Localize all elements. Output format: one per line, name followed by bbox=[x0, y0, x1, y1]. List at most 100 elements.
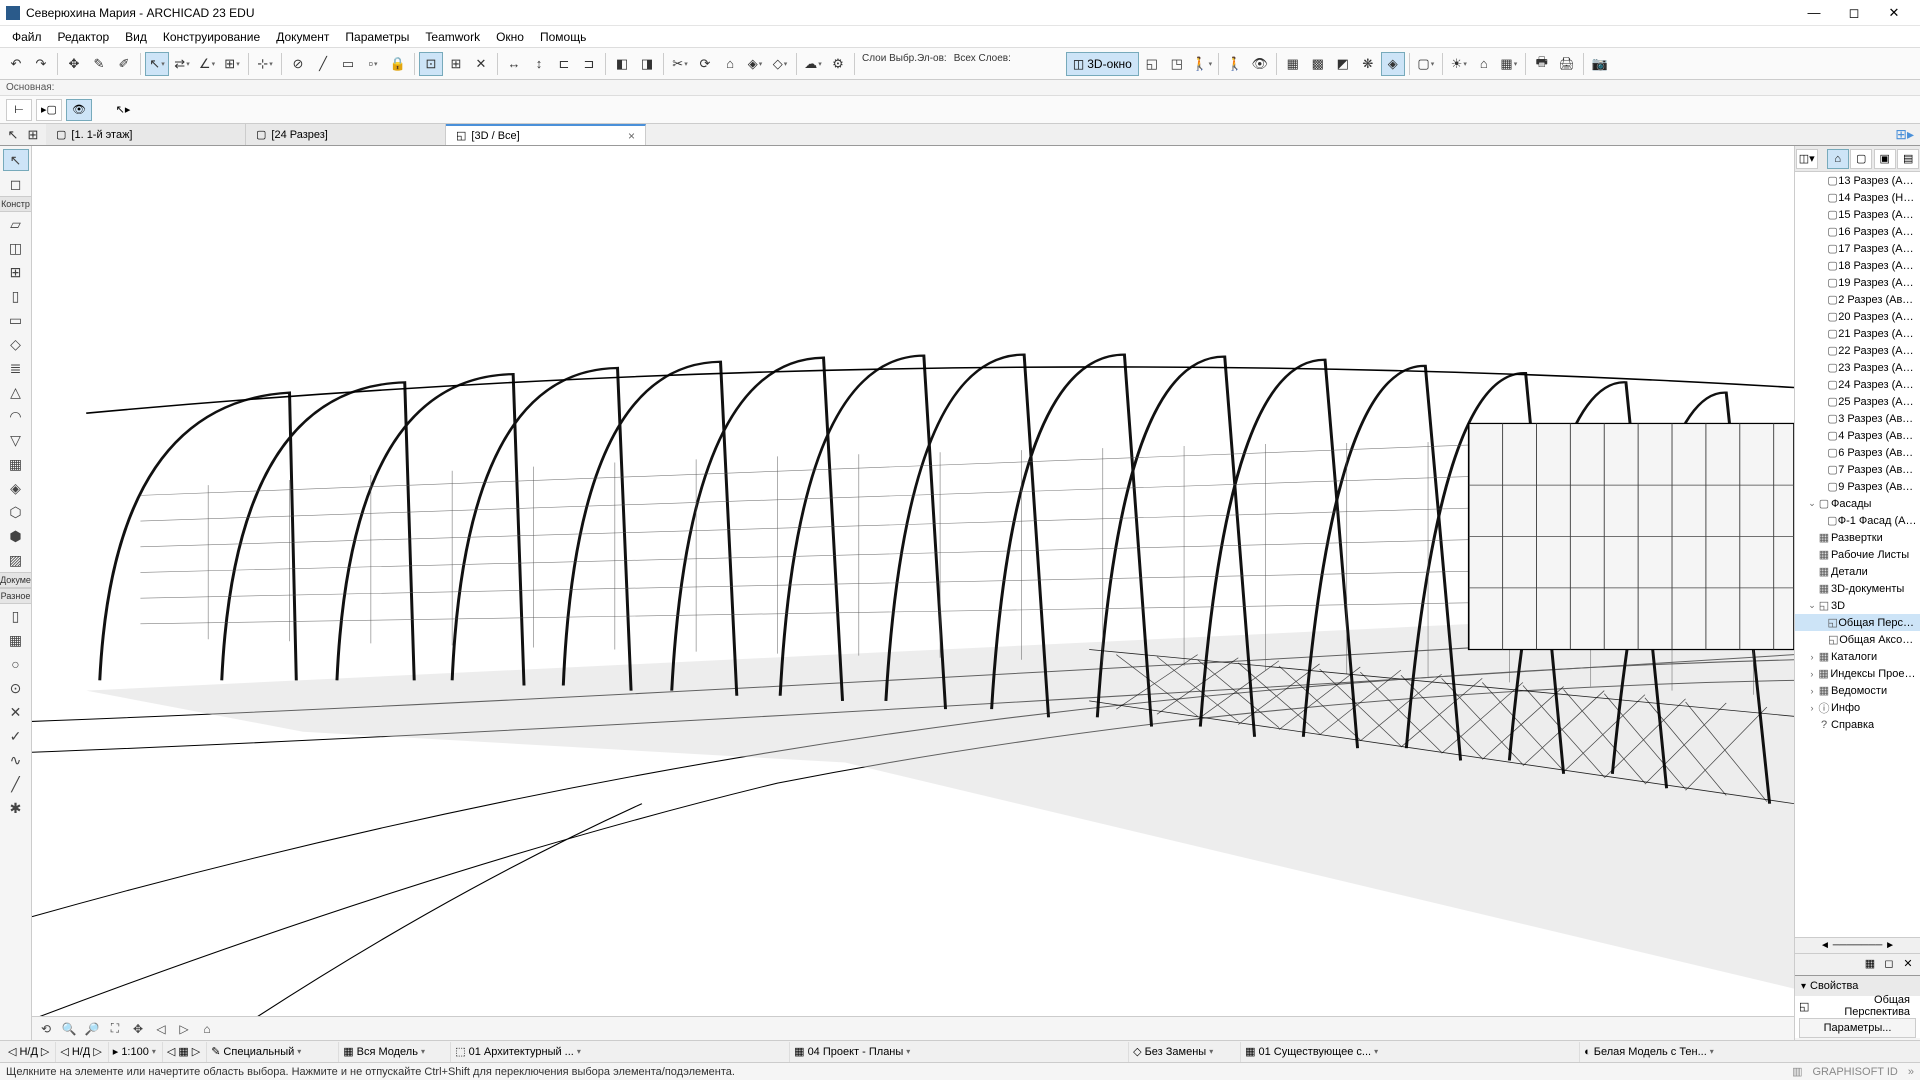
fill-tool[interactable]: ∿ bbox=[3, 749, 29, 771]
render-2[interactable]: ▩ bbox=[1306, 52, 1330, 76]
wall-tool[interactable]: ▱ bbox=[3, 213, 29, 235]
arrow-tool[interactable]: ↖ bbox=[3, 149, 29, 171]
snap-1[interactable]: ⊡ bbox=[419, 52, 443, 76]
tree-row[interactable]: ▢Ф-1 Фасад (Автомат bbox=[1795, 512, 1920, 529]
print-2[interactable]: 🖨 bbox=[1555, 52, 1579, 76]
close-button[interactable]: ✕ bbox=[1874, 1, 1914, 25]
render-5[interactable]: ◈ bbox=[1381, 52, 1405, 76]
sub-2[interactable]: ▸▢ bbox=[36, 99, 62, 121]
sn-coord1[interactable]: ◁Н/Д▷ bbox=[4, 1042, 53, 1062]
marquee-tool[interactable]: ◻ bbox=[3, 173, 29, 195]
ruler-4[interactable]: ⊐ bbox=[577, 52, 601, 76]
tree-row[interactable]: ▢7 Разрез (Автомати bbox=[1795, 461, 1920, 478]
next-view-icon[interactable]: ▷ bbox=[174, 1020, 194, 1038]
hotspot-tool[interactable]: ✱ bbox=[3, 797, 29, 819]
geometry-mode-button[interactable]: ⊞ bbox=[220, 52, 244, 76]
stair-tool[interactable]: ≣ bbox=[3, 357, 29, 379]
nav-project-map[interactable]: ⌂ bbox=[1827, 149, 1849, 169]
tree-row[interactable]: ▢9 Разрез (Автомати bbox=[1795, 478, 1920, 495]
tree-row[interactable]: ▢13 Разрез (Автомат bbox=[1795, 172, 1920, 189]
tree-row[interactable]: ◱Общая Аксономет bbox=[1795, 631, 1920, 648]
tree-row[interactable]: ▢2 Разрез (Автомати bbox=[1795, 291, 1920, 308]
navigator-tree[interactable]: ▢13 Разрез (Автомат▢14 Разрез (Независ ▢1… bbox=[1795, 172, 1920, 937]
tree-row[interactable]: ▦3D-документы bbox=[1795, 580, 1920, 597]
tree-row[interactable]: ›▦Ведомости bbox=[1795, 682, 1920, 699]
expand-icon[interactable]: ⌄ bbox=[1807, 600, 1817, 611]
tree-row[interactable]: ▢25 Разрез (Автомат bbox=[1795, 393, 1920, 410]
tree-row[interactable]: ▢14 Разрез (Независ bbox=[1795, 189, 1920, 206]
prev-view-icon[interactable]: ◁ bbox=[151, 1020, 171, 1038]
tree-row[interactable]: ▢3 Разрез (Автомати bbox=[1795, 410, 1920, 427]
text-tool[interactable]: ✕ bbox=[3, 701, 29, 723]
fit-icon[interactable]: ⛶ bbox=[105, 1020, 125, 1038]
tree-row[interactable]: ▢18 Разрез (Автомат bbox=[1795, 257, 1920, 274]
tree-row[interactable]: ▢16 Разрез (Автомат bbox=[1795, 223, 1920, 240]
slab-tool[interactable]: ◇ bbox=[3, 333, 29, 355]
line-tool[interactable]: ╱ bbox=[311, 52, 335, 76]
ruler-3[interactable]: ⊏ bbox=[552, 52, 576, 76]
nav-layout[interactable]: ▣ bbox=[1874, 149, 1896, 169]
maximize-button[interactable]: ◻ bbox=[1834, 1, 1874, 25]
expand-icon[interactable]: › bbox=[1807, 669, 1817, 679]
shell-tool[interactable]: ◠ bbox=[3, 405, 29, 427]
sn-s4[interactable]: ▦01 Существующее с...▾ bbox=[1240, 1042, 1577, 1062]
roof-tool[interactable]: △ bbox=[3, 381, 29, 403]
menu-view[interactable]: Вид bbox=[117, 28, 155, 46]
tree-row[interactable]: ▢17 Разрез (Автомат bbox=[1795, 240, 1920, 257]
elevation-tool[interactable]: ▦ bbox=[3, 629, 29, 651]
cursor-mode-button[interactable]: ↖ bbox=[145, 52, 169, 76]
section-tool[interactable]: ▯ bbox=[3, 605, 29, 627]
render-3[interactable]: ◩ bbox=[1331, 52, 1355, 76]
3d-axo[interactable]: ◳ bbox=[1165, 52, 1189, 76]
sun-3[interactable]: ▦ bbox=[1497, 52, 1521, 76]
view-2[interactable]: ⚙ bbox=[826, 52, 850, 76]
window-tool[interactable]: ⊞ bbox=[3, 261, 29, 283]
zoom-in-icon[interactable]: 🔍 bbox=[59, 1020, 79, 1038]
tree-row[interactable]: ▢19 Разрез (Автомат bbox=[1795, 274, 1920, 291]
view-1[interactable]: ☁ bbox=[801, 52, 825, 76]
edit-5[interactable]: ◇ bbox=[768, 52, 792, 76]
pan-icon[interactable]: ✥ bbox=[128, 1020, 148, 1038]
edit-1[interactable]: ✂ bbox=[668, 52, 692, 76]
menu-teamwork[interactable]: Teamwork bbox=[417, 28, 488, 46]
floor-1[interactable]: ▢ bbox=[1414, 52, 1438, 76]
expand-icon[interactable]: › bbox=[1807, 703, 1817, 713]
tree-row[interactable]: ▢20 Разрез (Автомат bbox=[1795, 308, 1920, 325]
grid-tab[interactable]: ⊞ bbox=[24, 126, 42, 144]
tab-close-icon[interactable]: × bbox=[628, 129, 635, 143]
tab-3d[interactable]: ◱ [3D / Все] × bbox=[446, 124, 646, 145]
sn-s3[interactable]: ◇Без Замены▾ bbox=[1128, 1042, 1238, 1062]
column-tool[interactable]: ▯ bbox=[3, 285, 29, 307]
zone-tool[interactable]: ⬢ bbox=[3, 525, 29, 547]
sub-arrow[interactable]: ↖▸ bbox=[110, 99, 136, 121]
menu-file[interactable]: Файл bbox=[4, 28, 50, 46]
offset-mode-button[interactable]: ⇄ bbox=[170, 52, 194, 76]
nav-del-icon[interactable]: ◻ bbox=[1881, 957, 1897, 973]
sn-pen[interactable]: ✎Специальный▾ bbox=[206, 1042, 336, 1062]
tree-row[interactable]: ▢22 Разрез (Автомат bbox=[1795, 342, 1920, 359]
menu-construction[interactable]: Конструирование bbox=[155, 28, 268, 46]
edit-4[interactable]: ◈ bbox=[743, 52, 767, 76]
menu-parameters[interactable]: Параметры bbox=[337, 28, 417, 46]
group-tool[interactable]: ▫ bbox=[361, 52, 385, 76]
dropper-button[interactable]: ✎ bbox=[87, 52, 111, 76]
render-4[interactable]: ❋ bbox=[1356, 52, 1380, 76]
expand-icon[interactable]: › bbox=[1807, 686, 1817, 696]
ruler-2[interactable]: ↕ bbox=[527, 52, 551, 76]
ruler-1[interactable]: ↔ bbox=[502, 52, 526, 76]
rect-tool[interactable]: ▭ bbox=[336, 52, 360, 76]
menu-window[interactable]: Окно bbox=[488, 28, 532, 46]
detail-tool[interactable]: ○ bbox=[3, 653, 29, 675]
sub-3[interactable]: 👁 bbox=[66, 99, 92, 121]
tree-row[interactable]: ?Справка bbox=[1795, 716, 1920, 733]
menu-help[interactable]: Помощь bbox=[532, 28, 594, 46]
beam-tool[interactable]: ▭ bbox=[3, 309, 29, 331]
zoom-out-icon[interactable]: 🔎 bbox=[82, 1020, 102, 1038]
lock-tool[interactable]: 🔒 bbox=[386, 52, 410, 76]
tree-row[interactable]: ⌄▢Фасады bbox=[1795, 495, 1920, 512]
tree-row[interactable]: ›▦Индексы Проекта bbox=[1795, 665, 1920, 682]
tab-section[interactable]: ▢ [24 Разрез] bbox=[246, 124, 446, 145]
render-1[interactable]: ▦ bbox=[1281, 52, 1305, 76]
properties-params-button[interactable]: Параметры... bbox=[1799, 1018, 1916, 1038]
expand-icon[interactable]: » bbox=[1908, 1066, 1914, 1078]
